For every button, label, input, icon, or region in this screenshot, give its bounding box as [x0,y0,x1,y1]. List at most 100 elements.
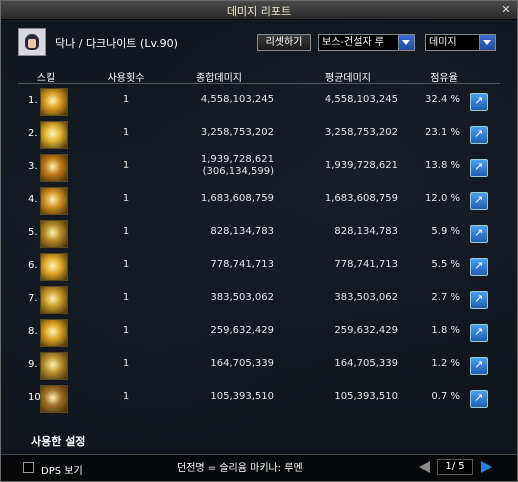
next-page-icon[interactable] [481,461,492,473]
share-link-button[interactable] [470,390,488,408]
header-skill: 스킬 [36,73,56,84]
share-link-button[interactable] [470,93,488,111]
table-row: 7. 1 383,503,062 383,503,062 2.7 % [18,283,500,316]
row-avg-damage: 105,393,510 [334,391,398,402]
row-uses: 1 [122,358,130,369]
row-total-damage: 105,393,510 [210,391,274,402]
chevron-down-icon [398,35,414,50]
row-rank: 5. [28,227,38,238]
table-row: 5. 1 828,134,783 828,134,783 5.9 % [18,217,500,250]
row-share: 5.9 % [431,226,460,237]
row-uses: 1 [122,226,130,237]
table-row: 9. 1 164,705,339 164,705,339 1.2 % [18,349,500,382]
share-link-button[interactable] [470,159,488,177]
row-avg-damage: 3,258,753,202 [324,127,398,138]
table-row: 3. 1 1,939,728,621 (306,134,599) 1,939,728,6… [18,151,500,184]
window-title: 데미지 리포트 [226,5,292,18]
table-row: 10. 1 105,393,510 105,393,510 0.7 % [18,382,500,415]
bottom-bar: DPS 보기 던전명 = 슬리윰 마키나: 루멘 1/ 5 [1,454,517,481]
row-total-damage: 778,741,713 [210,259,274,270]
row-share: 12.0 % [425,193,460,204]
row-avg-damage: 1,939,728,621 [324,160,398,171]
settings-label: 사용한 설정 [31,435,86,448]
row-share: 13.8 % [425,160,460,171]
share-link-button[interactable] [470,192,488,210]
table-header: 스킬 사용횟수 종합데미지 평균데미지 점유율 [18,67,500,84]
header-uses: 사용횟수 [107,73,145,84]
dungeon-name: 던전명 = 슬리윰 마키나: 루멘 [177,463,303,474]
skill-icon [40,352,68,380]
row-avg-damage: 383,503,062 [334,292,398,303]
table-row: 8. 1 259,632,429 259,632,429 1.8 % [18,316,500,349]
skill-icon [40,253,68,281]
row-avg-damage: 1,683,608,759 [324,193,398,204]
damage-report-window: 데미지 리포트 ✕ 닥나 / 다크나이트 (Lv.90) 리셋하기 보스-건설자… [0,0,518,482]
skill-icon [40,187,68,215]
row-share: 0.7 % [431,391,460,402]
reset-button[interactable]: 리셋하기 [257,34,311,51]
dps-checkbox[interactable] [23,462,34,473]
title-bar[interactable]: 데미지 리포트 ✕ [1,1,517,20]
prev-page-icon[interactable] [419,461,430,473]
row-uses: 1 [122,292,130,303]
row-avg-damage: 4,558,103,245 [324,94,398,105]
row-total-damage: 383,503,062 [210,292,274,303]
share-link-button[interactable] [470,126,488,144]
report-type-select[interactable]: 데미지 [425,34,496,51]
row-uses: 1 [122,127,130,138]
row-avg-damage: 778,741,713 [334,259,398,270]
row-rank: 1. [28,95,38,106]
skill-icon [40,88,68,116]
row-share: 1.8 % [431,325,460,336]
row-total-damage: 1,683,608,759 [200,193,274,204]
row-total-damage: 4,558,103,245 [200,94,274,105]
character-name: 닥나 / 다크나이트 (Lv.90) [55,37,178,50]
row-rank: 9. [28,359,38,370]
row-total-damage: 259,632,429 [210,325,274,336]
row-share: 32.4 % [425,94,460,105]
row-total-damage: 828,134,783 [210,226,274,237]
row-avg-damage: 164,705,339 [334,358,398,369]
row-uses: 1 [122,94,130,105]
row-share: 2.7 % [431,292,460,303]
table-row: 2. 1 3,258,753,202 3,258,753,202 23.1 % [18,118,500,151]
row-share: 1.2 % [431,358,460,369]
share-link-button[interactable] [470,225,488,243]
row-total-damage-sub: (306,134,599) [202,166,274,177]
share-link-button[interactable] [470,258,488,276]
row-uses: 1 [122,160,130,171]
header-share: 점유율 [430,73,458,84]
row-uses: 1 [122,325,130,336]
chevron-down-icon [479,35,495,50]
row-rank: 8. [28,326,38,337]
dps-label: DPS 보기 [41,466,83,477]
share-link-button[interactable] [470,357,488,375]
skill-icon [40,385,68,413]
avatar [18,28,46,56]
header-avg: 평균데미지 [325,73,371,84]
dungeon-select[interactable]: 보스-건설자 루 [318,34,415,51]
share-link-button[interactable] [470,324,488,342]
row-avg-damage: 828,134,783 [334,226,398,237]
close-button[interactable]: ✕ [499,3,513,16]
row-avg-damage: 259,632,429 [334,325,398,336]
row-uses: 1 [122,193,130,204]
row-rank: 3. [28,161,38,172]
skill-icon [40,286,68,314]
row-uses: 1 [122,259,130,270]
skill-icon [40,319,68,347]
dungeon-select-value: 보스-건설자 루 [322,37,384,48]
skill-icon [40,154,68,182]
row-share: 23.1 % [425,127,460,138]
row-share: 5.5 % [431,259,460,270]
row-total-damage: 3,258,753,202 [200,127,274,138]
row-total-damage: 1,939,728,621 [200,154,274,165]
page-indicator: 1/ 5 [437,459,473,475]
row-rank: 7. [28,293,38,304]
row-rank: 2. [28,128,38,139]
row-rank: 4. [28,194,38,205]
share-link-button[interactable] [470,291,488,309]
table-row: 1. 1 4,558,103,245 4,558,103,245 32.4 % [18,85,500,118]
header-total: 종합데미지 [196,73,242,84]
skill-icon [40,121,68,149]
